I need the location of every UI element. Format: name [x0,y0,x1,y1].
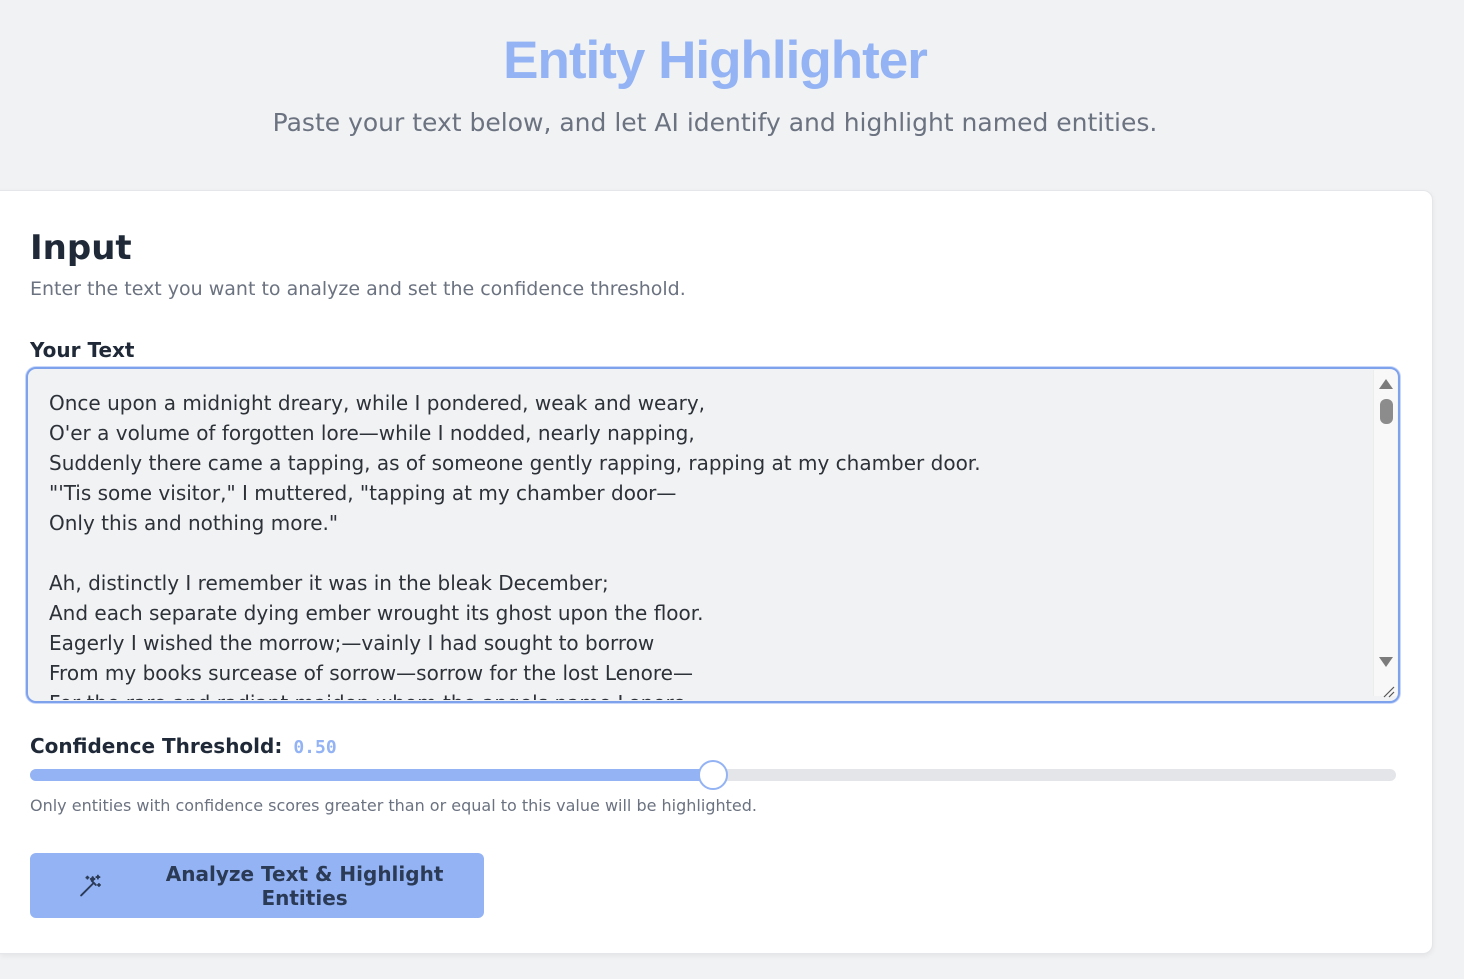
threshold-label: Confidence Threshold: 0.50 [30,733,337,761]
card-title: Input [30,228,132,268]
threshold-help-text: Only entities with confidence scores gre… [30,796,757,815]
slider-thumb[interactable] [698,760,728,790]
input-card: Input Enter the text you want to analyze… [0,190,1433,954]
analyze-button-label: Analyze Text & Highlight Entities [165,861,444,910]
resize-handle-icon[interactable] [1381,684,1395,698]
confidence-slider[interactable] [30,760,1396,790]
scroll-down-arrow-icon[interactable] [1379,657,1393,667]
app-subtitle: Paste your text below, and let AI identi… [272,108,1158,137]
magic-wand-icon [80,874,101,896]
text-input-content[interactable]: Once upon a midnight dreary, while I pon… [49,388,1369,700]
threshold-label-text: Confidence Threshold: [30,734,283,758]
scroll-up-arrow-icon[interactable] [1379,379,1393,389]
textarea-scrollbar[interactable] [1373,370,1397,696]
app-title: Entity Highlighter [503,31,928,90]
text-field-label: Your Text [30,338,135,362]
card-description: Enter the text you want to analyze and s… [30,278,686,300]
scrollbar-thumb[interactable] [1380,399,1393,424]
analyze-button[interactable]: Analyze Text & Highlight Entities [30,853,484,918]
threshold-value: 0.50 [293,737,337,758]
slider-fill [30,769,713,781]
text-input-area[interactable]: Once upon a midnight dreary, while I pon… [26,367,1400,703]
